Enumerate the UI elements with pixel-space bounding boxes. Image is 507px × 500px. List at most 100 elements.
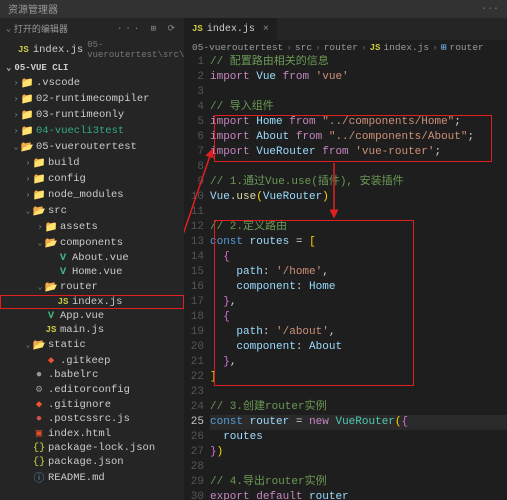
file-icon: JS (44, 325, 58, 335)
breadcrumb-seg[interactable]: src (295, 42, 312, 53)
tree-item-label: src (48, 205, 67, 217)
breadcrumb-seg[interactable]: router (450, 42, 484, 53)
js-icon: JS (192, 24, 203, 34)
editor-tab[interactable]: JS index.js × (184, 18, 278, 40)
tree-item-src[interactable]: ⌄📂src (0, 203, 184, 219)
chevron-icon: › (36, 223, 44, 232)
titlebar-more-icon[interactable]: ··· (481, 4, 499, 15)
code-editor[interactable]: 1234567891011121314151617181920212223242… (184, 55, 507, 500)
chevron-icon: › (12, 111, 20, 120)
breadcrumb-seg[interactable]: 05-vueroutertest (192, 42, 283, 53)
tree-item-04-vuecli3test[interactable]: ›📁04-vuecli3test (0, 123, 184, 139)
tree-item-package-json[interactable]: {}package.json (0, 455, 184, 469)
line-gutter: 1234567891011121314151617181920212223242… (184, 55, 210, 500)
project-header[interactable]: ⌄ 05-VUE CLI (0, 61, 184, 75)
open-editors-header[interactable]: ⌄ 打开的编辑器 ··· ⊞ ⟳ (0, 18, 184, 39)
tree-item--babelrc[interactable]: ●.babelrc (0, 368, 184, 382)
tree-item-label: main.js (60, 324, 104, 336)
tree-item--gitkeep[interactable]: ◆.gitkeep (0, 353, 184, 368)
chevron-icon: ⌄ (24, 340, 32, 350)
file-icon: 📂 (44, 280, 58, 294)
chevron-icon: ⌄ (12, 142, 20, 152)
tree-item-02-runtimecompiler[interactable]: ›📁02-runtimecompiler (0, 91, 184, 107)
tree-item-label: Home.vue (72, 266, 122, 278)
tree-item-label: 03-runtimeonly (36, 109, 124, 121)
tree-item-label: index.html (48, 428, 111, 440)
tree-item-config[interactable]: ›📁config (0, 171, 184, 187)
tree-item-label: .gitkeep (60, 355, 110, 367)
tree-item-app-vue[interactable]: VApp.vue (0, 309, 184, 323)
file-icon: V (56, 266, 70, 278)
open-editor-item[interactable]: JS index.js 05-vueroutertest\src\router (0, 39, 184, 61)
file-icon: ◆ (32, 398, 46, 411)
file-icon: 📂 (20, 140, 34, 154)
tree-item-index-html[interactable]: ▣index.html (0, 426, 184, 441)
tree-item-label: components (60, 237, 123, 249)
editor-area: JS index.js × 05-vueroutertest› src› rou… (184, 18, 507, 500)
file-icon: 📂 (32, 204, 46, 218)
file-icon: ● (32, 413, 46, 425)
tree-item-assets[interactable]: ›📁assets (0, 219, 184, 235)
open-editor-path: 05-vueroutertest\src\router (87, 40, 184, 60)
chevron-icon: › (12, 79, 20, 88)
tree-item-label: package-lock.json (48, 442, 155, 454)
tree-item-label: 05-vueroutertest (36, 141, 137, 153)
tree-item-static[interactable]: ⌄📂static (0, 337, 184, 353)
tree-item--gitignore[interactable]: ◆.gitignore (0, 397, 184, 412)
tree-item-home-vue[interactable]: VHome.vue (0, 265, 184, 279)
tree-item-label: static (48, 339, 86, 351)
file-icon: 📁 (20, 124, 34, 138)
tree-item-about-vue[interactable]: VAbout.vue (0, 251, 184, 265)
tree-item-main-js[interactable]: JSmain.js (0, 323, 184, 337)
tree-item-readme-md[interactable]: ⓘREADME.md (0, 469, 184, 486)
tree-item-label: About.vue (72, 252, 129, 264)
file-icon: ⚙ (32, 383, 46, 396)
file-icon: V (56, 252, 70, 264)
tree-item-node-modules[interactable]: ›📁node_modules (0, 187, 184, 203)
open-editor-name: index.js (33, 44, 83, 56)
file-icon: 📁 (44, 220, 58, 234)
chevron-icon: ⌄ (36, 282, 44, 292)
project-name: 05-VUE CLI (14, 63, 68, 73)
tree-item-label: 04-vuecli3test (36, 125, 124, 137)
tree-item-label: router (60, 281, 98, 293)
chevron-icon: › (24, 159, 32, 168)
js-icon: JS (18, 45, 29, 55)
tree-item-label: config (48, 173, 86, 185)
open-editors-label: 打开的编辑器 (14, 22, 68, 35)
breadcrumb-seg[interactable]: index.js (383, 42, 429, 53)
chevron-down-icon: ⌄ (6, 63, 11, 73)
file-icon: ◆ (44, 354, 58, 367)
file-icon: V (44, 310, 58, 322)
file-icon: 📁 (20, 108, 34, 122)
tree-item-label: index.js (72, 296, 122, 308)
sidebar: ⌄ 打开的编辑器 ··· ⊞ ⟳ JS index.js 05-vueroute… (0, 18, 184, 500)
tree-item--editorconfig[interactable]: ⚙.editorconfig (0, 382, 184, 397)
breadcrumb-seg[interactable]: router (324, 42, 358, 53)
chevron-down-icon: ⌄ (6, 24, 11, 34)
tree-item-03-runtimeonly[interactable]: ›📁03-runtimeonly (0, 107, 184, 123)
file-icon: 📁 (32, 156, 46, 170)
tree-item-label: .babelrc (48, 369, 98, 381)
chevron-icon: › (24, 175, 32, 184)
tree-item-package-lock-json[interactable]: {}package-lock.json (0, 441, 184, 455)
tree-item-label: .gitignore (48, 399, 111, 411)
chevron-icon: ⌄ (24, 206, 32, 216)
tree-item-label: App.vue (60, 310, 104, 322)
tab-bar: JS index.js × (184, 18, 507, 40)
breadcrumb[interactable]: 05-vueroutertest› src› router› JS index.… (184, 40, 507, 55)
code-lines[interactable]: // 配置路由相关的信息import Vue from 'vue' // 导入组… (210, 55, 507, 500)
tree-item-label: .postcssrc.js (48, 413, 130, 425)
tree-item-05-vueroutertest[interactable]: ⌄📂05-vueroutertest (0, 139, 184, 155)
tree-item-components[interactable]: ⌄📂components (0, 235, 184, 251)
file-icon: 📂 (32, 338, 46, 352)
close-icon[interactable]: × (263, 24, 269, 35)
tree-item-index-js[interactable]: JSindex.js (0, 295, 184, 309)
tree-item--vscode[interactable]: ›📁.vscode (0, 75, 184, 91)
header-actions[interactable]: ··· ⊞ ⟳ (117, 24, 178, 34)
file-icon: JS (56, 297, 70, 307)
tree-item-build[interactable]: ›📁build (0, 155, 184, 171)
js-icon: JS (370, 43, 381, 53)
tree-item-router[interactable]: ⌄📂router (0, 279, 184, 295)
tree-item--postcssrc-js[interactable]: ●.postcssrc.js (0, 412, 184, 426)
